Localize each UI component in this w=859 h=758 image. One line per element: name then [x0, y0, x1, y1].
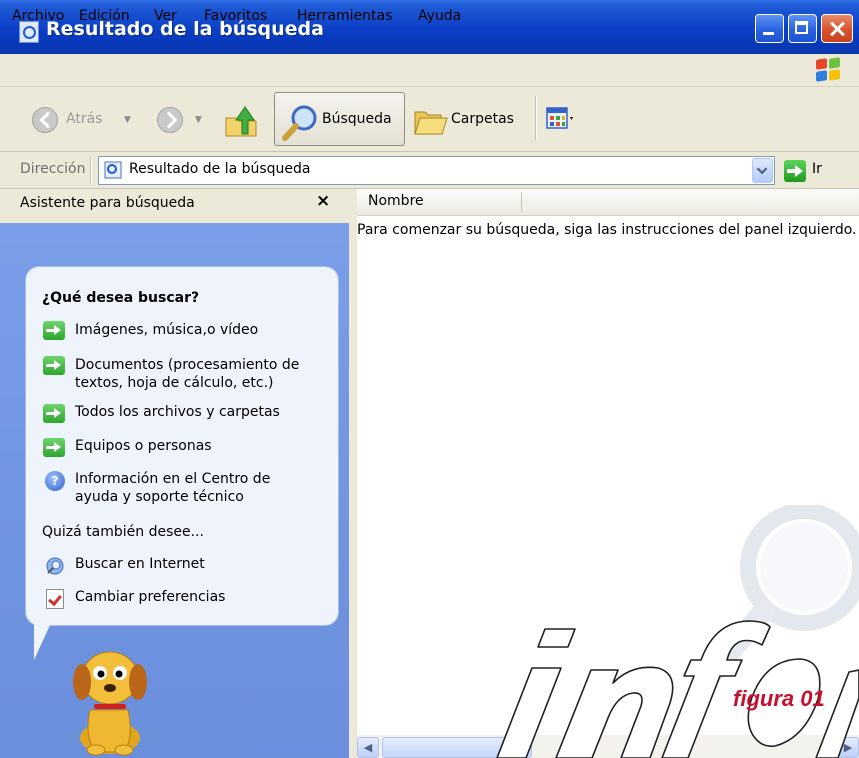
search-results-icon [104, 161, 122, 179]
forward-arrow-icon[interactable] [157, 107, 183, 133]
scroll-thumb[interactable] [382, 737, 532, 758]
address-dropdown-button[interactable] [752, 158, 773, 183]
go-arrow-icon[interactable] [784, 160, 806, 182]
folders-icon[interactable] [413, 104, 449, 136]
option-all-files-folders[interactable]: Todos los archivos y carpetas [75, 402, 280, 423]
preferences-icon[interactable] [46, 589, 64, 609]
magnifier-icon [282, 105, 317, 141]
arrow-icon[interactable] [43, 321, 65, 340]
forward-dropdown-icon[interactable]: ▼ [195, 115, 202, 125]
option-images-music-video[interactable]: Imágenes, música,o vídeo [75, 320, 258, 341]
scroll-left-icon[interactable]: ◀ [357, 737, 379, 758]
also-label: Quizá también desee... [42, 524, 204, 540]
option-search-internet[interactable]: Buscar en Internet [75, 554, 205, 575]
back-dropdown-icon[interactable]: ▼ [124, 115, 131, 125]
search-label: Búsqueda [322, 111, 392, 127]
back-button[interactable]: Atrás [66, 111, 102, 127]
figure-caption: figura 01 [733, 686, 825, 711]
help-icon[interactable]: ? [45, 471, 65, 491]
folders-button[interactable]: Carpetas [451, 111, 514, 127]
empty-results-message: Para comenzar su búsqueda, siga las inst… [357, 222, 857, 238]
address-value: Resultado de la búsqueda [129, 161, 311, 177]
column-separator[interactable] [521, 192, 522, 212]
option-computers-people[interactable]: Equipos o personas [75, 436, 212, 457]
arrow-icon[interactable] [43, 404, 65, 423]
option-change-preferences[interactable]: Cambiar preferencias [75, 587, 225, 608]
option-documents-line2[interactable]: textos, hoja de cálculo, etc.) [75, 373, 274, 394]
back-arrow-icon[interactable] [32, 107, 58, 133]
pane-splitter[interactable] [349, 189, 357, 758]
views-icon[interactable] [546, 106, 576, 132]
internet-search-icon[interactable] [44, 556, 66, 576]
question-title: ¿Qué desea buscar? [42, 290, 200, 306]
arrow-icon[interactable] [43, 438, 65, 457]
balloon-tail [34, 612, 56, 660]
arrow-icon[interactable] [43, 356, 65, 375]
menu-archivo[interactable]: Archivo [12, 8, 64, 24]
scroll-right-icon[interactable]: ▶ [837, 737, 859, 758]
menu-ayuda[interactable]: Ayuda [418, 8, 461, 24]
menu-favoritos[interactable]: Favoritos [204, 8, 267, 24]
menu-edicion[interactable]: Edición [79, 8, 130, 24]
dog-assistant-icon[interactable] [60, 640, 160, 758]
option-help-center-line2[interactable]: ayuda y soporte técnico [75, 487, 244, 508]
menu-bar [0, 54, 859, 87]
go-button[interactable]: Ir [812, 161, 822, 177]
address-separator [90, 156, 92, 184]
folder-up-icon[interactable] [224, 104, 258, 138]
minimize-button[interactable] [755, 14, 784, 43]
close-pane-icon[interactable]: × [316, 191, 330, 211]
column-header-row [357, 189, 859, 216]
close-button[interactable] [821, 14, 853, 43]
address-label: Dirección [20, 161, 86, 177]
menu-ver[interactable]: Ver [154, 8, 177, 24]
windows-logo-icon [816, 57, 842, 82]
toolbar-separator [535, 96, 537, 140]
maximize-button[interactable] [788, 14, 817, 43]
magnifier-watermark-icon [701, 505, 859, 684]
search-assistant-title: Asistente para búsqueda [20, 195, 195, 211]
search-results-icon [19, 21, 39, 43]
column-header-name[interactable]: Nombre [368, 193, 424, 209]
menu-herramientas[interactable]: Herramientas [297, 8, 392, 24]
